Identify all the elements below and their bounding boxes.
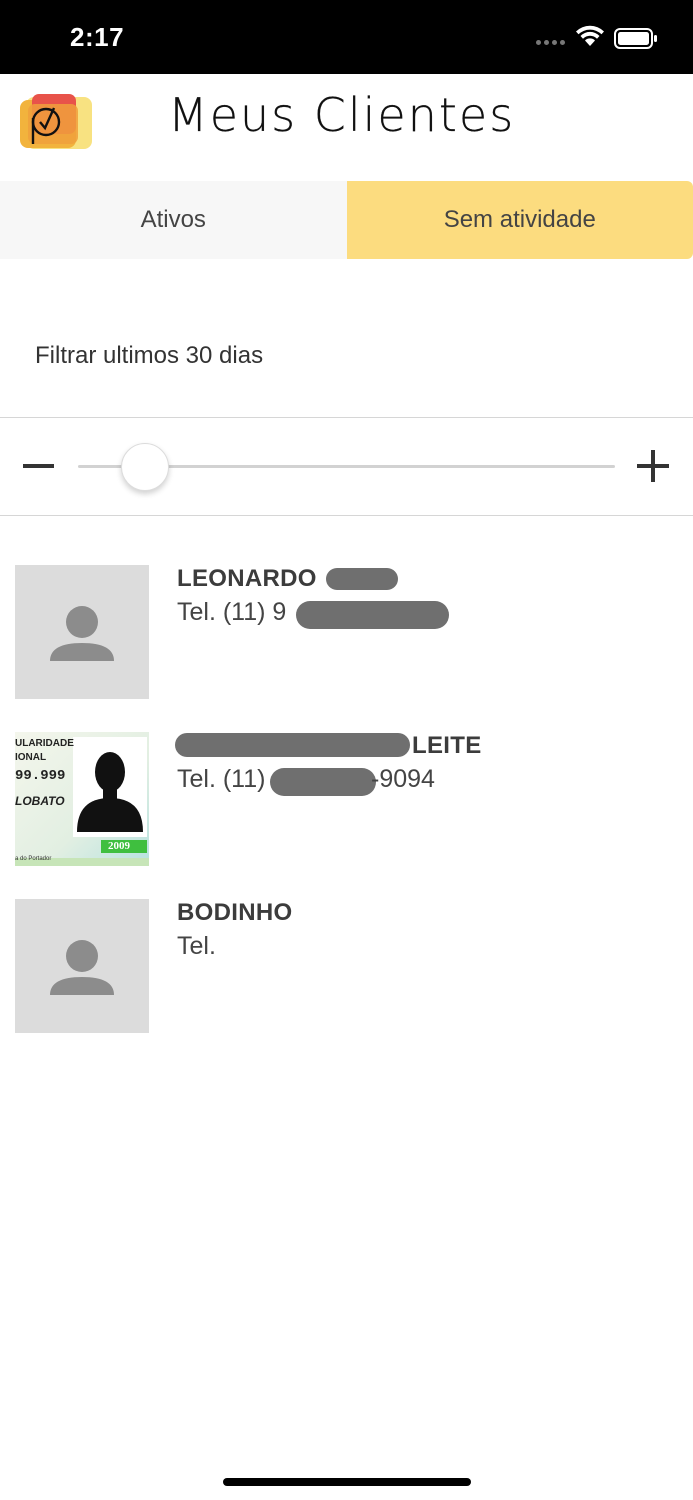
id-card-photo: ULARIDADE IONAL 99.999 LOBATO 2009 a do … bbox=[15, 732, 149, 866]
client-list-item[interactable]: BODINHO Tel. bbox=[0, 899, 693, 1039]
placeholder-person-icon bbox=[15, 565, 149, 699]
id-card-text: IONAL bbox=[15, 752, 47, 763]
redaction-mark bbox=[175, 733, 410, 757]
id-card-text: ULARIDADE bbox=[15, 738, 74, 749]
divider bbox=[0, 515, 693, 516]
id-card-year: 2009 bbox=[108, 840, 130, 852]
client-phone: Tel. bbox=[177, 932, 216, 960]
client-name: LEITE bbox=[412, 732, 482, 759]
client-phone: Tel. (11) 9 bbox=[177, 598, 287, 626]
status-bar: 2:17 bbox=[0, 0, 693, 74]
id-card-text: a do Portador bbox=[15, 856, 52, 862]
filter-label: Filtrar ultimos 30 dias bbox=[35, 342, 264, 369]
slider-thumb[interactable] bbox=[121, 443, 169, 491]
divider bbox=[0, 417, 693, 418]
tab-sem-atividade[interactable]: Sem atividade bbox=[346, 181, 693, 259]
id-card-text: 99.999 bbox=[15, 768, 66, 784]
days-slider-row bbox=[0, 420, 693, 514]
status-time: 2:17 bbox=[70, 22, 125, 52]
client-name: BODINHO bbox=[177, 899, 293, 926]
client-phone: Tel. (11) bbox=[177, 765, 266, 793]
decrease-button[interactable] bbox=[23, 464, 54, 468]
increase-button[interactable] bbox=[637, 450, 669, 482]
tab-ativos[interactable]: Ativos bbox=[0, 181, 347, 259]
cellular-signal-icon bbox=[536, 40, 565, 45]
segment-tabs: Ativos Sem atividade bbox=[0, 181, 693, 259]
battery-icon bbox=[614, 28, 657, 49]
client-list-item[interactable]: ULARIDADE IONAL 99.999 LOBATO 2009 a do … bbox=[0, 732, 693, 872]
home-indicator bbox=[223, 1478, 471, 1486]
client-list-item[interactable]: LEONARDO Tel. (11) 9 bbox=[0, 565, 693, 705]
placeholder-person-icon bbox=[15, 899, 149, 1033]
client-name: LEONARDO bbox=[177, 565, 317, 592]
redaction-mark bbox=[270, 768, 376, 796]
wifi-icon bbox=[576, 25, 604, 46]
tab-ativos-label: Ativos bbox=[140, 206, 206, 233]
client-phone-suffix: -9094 bbox=[371, 765, 435, 793]
tab-sem-atividade-label: Sem atividade bbox=[443, 206, 596, 233]
page-title: Meus Clientes bbox=[168, 88, 516, 142]
app-logo bbox=[20, 94, 92, 149]
app-header: Meus Clientes bbox=[0, 74, 693, 181]
redaction-mark bbox=[326, 568, 398, 590]
id-card-text: LOBATO bbox=[15, 794, 65, 808]
redaction-mark bbox=[296, 601, 449, 629]
